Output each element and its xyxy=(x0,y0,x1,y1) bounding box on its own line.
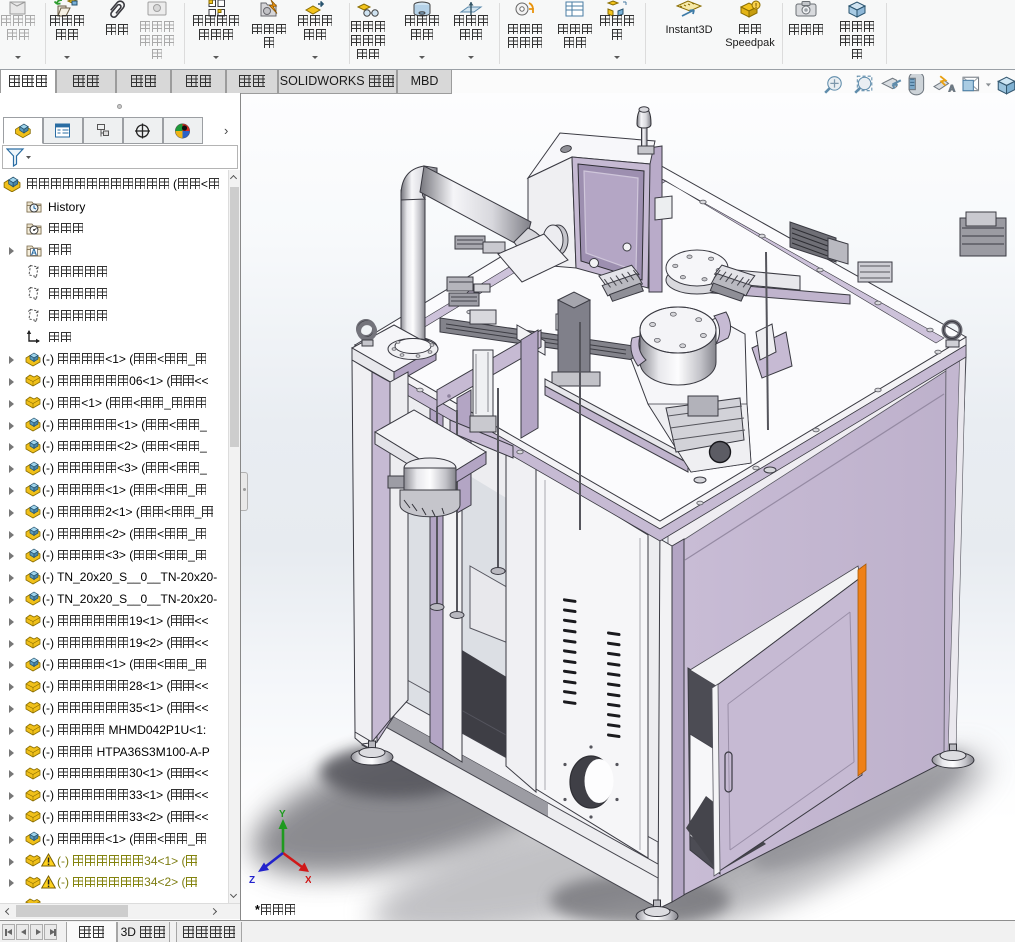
svg-text:A: A xyxy=(31,247,37,257)
svg-text:A: A xyxy=(948,84,955,94)
svg-text:Y: Y xyxy=(279,809,286,820)
svg-text:Z: Z xyxy=(249,875,255,883)
svg-text:X: X xyxy=(305,875,311,883)
svg-text:!: ! xyxy=(755,3,757,10)
